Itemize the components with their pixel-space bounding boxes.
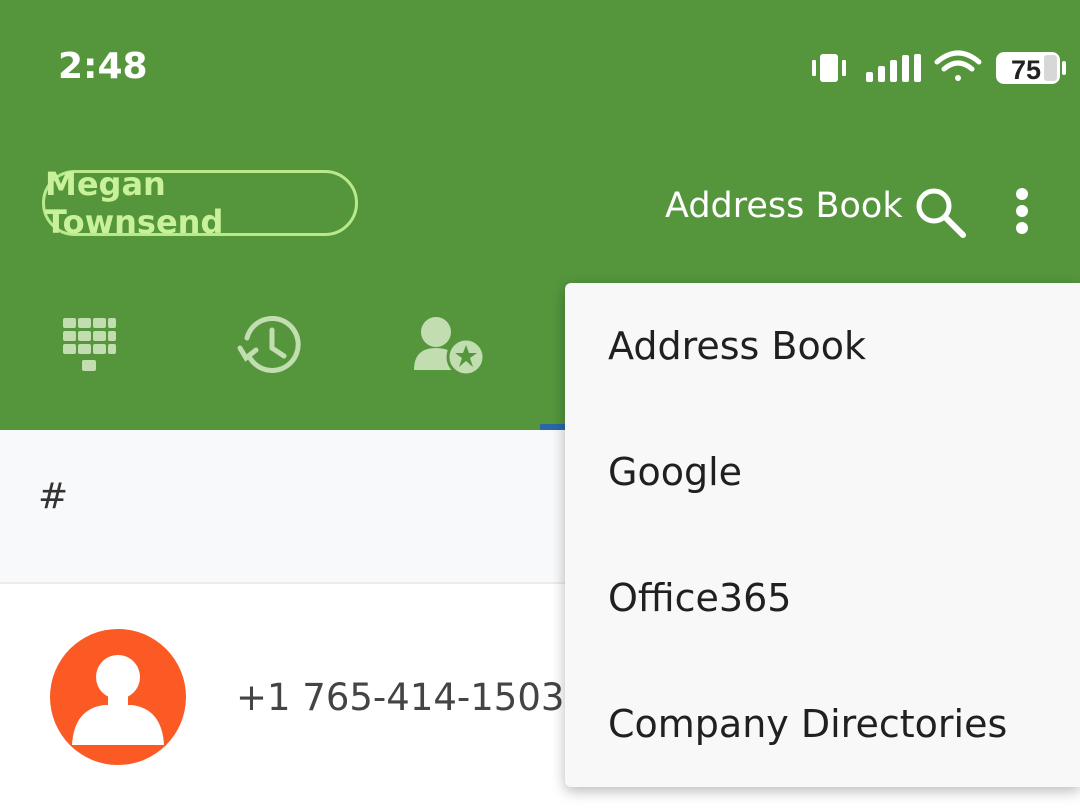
vibrate-icon	[812, 54, 846, 82]
contact-number: +1 765-414-1503	[236, 676, 565, 719]
menu-item-address-book[interactable]: Address Book	[565, 283, 1080, 409]
menu-item-office365[interactable]: Office365	[565, 535, 1080, 661]
status-time: 2:48	[58, 46, 148, 87]
battery-icon: 75	[996, 52, 1066, 85]
menu-item-google[interactable]: Google	[565, 409, 1080, 535]
battery-level: 75	[1011, 55, 1041, 85]
tab-favorites[interactable]	[410, 310, 488, 390]
history-icon	[237, 315, 301, 373]
wifi-icon	[934, 50, 982, 81]
header-title: Address Book	[665, 186, 903, 226]
search-icon[interactable]	[912, 184, 968, 240]
status-icons: 75	[812, 50, 1066, 85]
account-button[interactable]: Megan Townsend	[42, 165, 358, 241]
tab-dialpad[interactable]	[56, 310, 122, 390]
person-avatar-icon	[50, 629, 186, 765]
more-vert-icon[interactable]	[1004, 184, 1040, 240]
section-letter: #	[38, 476, 69, 517]
directory-selector[interactable]: Address Book	[665, 186, 903, 226]
account-name: Megan Townsend	[45, 165, 224, 241]
signal-icon	[866, 54, 921, 82]
favorite-contacts-icon	[414, 317, 486, 377]
tab-recents[interactable]	[232, 310, 306, 390]
dialpad-icon	[63, 318, 116, 371]
menu-item-company-directories[interactable]: Company Directories	[565, 661, 1080, 787]
directory-dropdown-menu: Address Book Google Office365 Company Di…	[565, 283, 1080, 787]
